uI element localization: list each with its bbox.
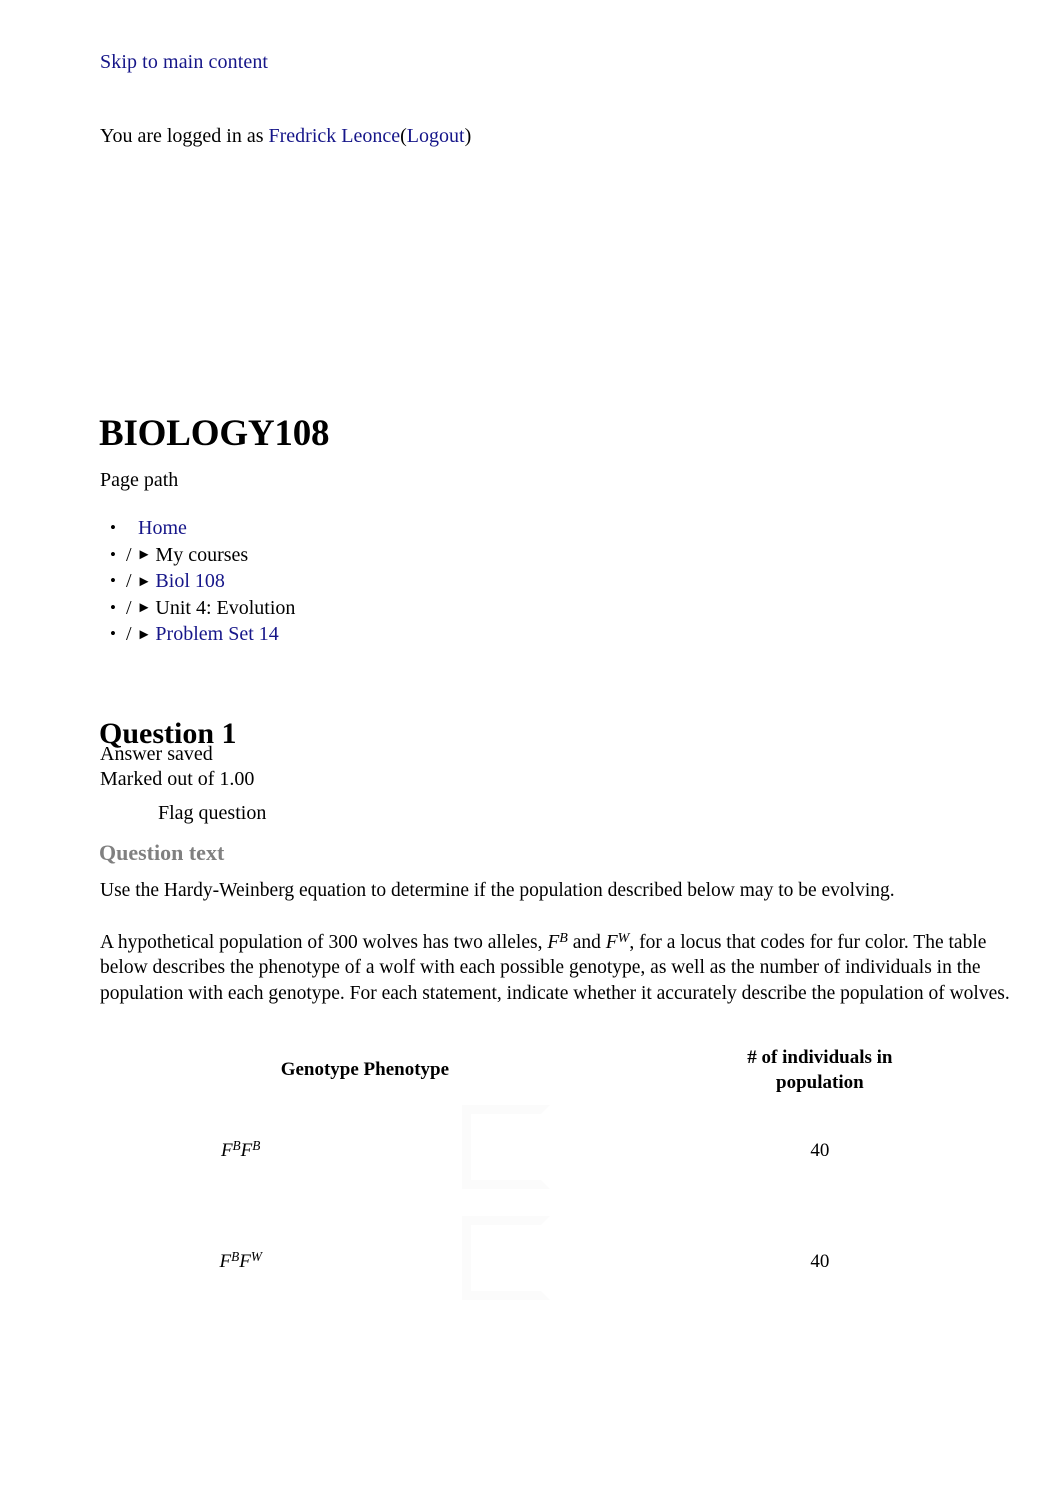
breadcrumb-item-problem-set-14: • / ► Problem Set 14 <box>100 621 295 648</box>
table-row: FBFW 40 <box>100 1206 1010 1317</box>
allele-superscript: B <box>559 929 568 946</box>
genotype-base-1: F <box>219 1251 232 1273</box>
breadcrumb: • Home • / ► My courses • / ► Biol 108 • / ► Unit … <box>100 515 295 648</box>
breadcrumb-separator: / <box>126 596 132 619</box>
answer-status-text: Answer saved <box>100 743 213 765</box>
column-header-genotype-phenotype: Genotype Phenotype <box>280 1059 450 1081</box>
allele-f-b-inline: FB <box>547 929 568 953</box>
genotype-sup-1: B <box>232 1138 241 1154</box>
login-info-prefix: You are logged in as <box>100 125 269 147</box>
breadcrumb-separator: / <box>126 543 132 566</box>
question-paragraph-1: Use the Hardy-Weinberg equation to deter… <box>100 880 895 901</box>
question-status-block: Answer saved Marked out of 1.00 <box>100 742 254 792</box>
table-header: Genotype Phenotype # of individuals in p… <box>100 1046 1010 1095</box>
genotype-base-2: F <box>239 1251 251 1273</box>
bullet-icon: • <box>110 544 116 564</box>
genotype-table: Genotype Phenotype # of individuals in p… <box>100 1046 1010 1317</box>
paren-close: ) <box>464 125 472 147</box>
breadcrumb-label-unit-4: Unit 4: Evolution <box>155 596 296 619</box>
genotype-base-1: F <box>220 1140 233 1162</box>
breadcrumb-item-home: • Home <box>100 515 295 542</box>
login-info: You are logged in as Fredrick Leonce(Log… <box>100 123 471 149</box>
paragraph-2-part-1: A hypothetical population of 300 wolves … <box>100 931 548 953</box>
chevron-right-icon: ► <box>136 547 152 564</box>
breadcrumb-item-biol-108: • / ► Biol 108 <box>100 568 295 595</box>
bullet-icon: • <box>110 597 116 617</box>
genotype-sup-2: W <box>250 1249 262 1265</box>
genotype-cell: FBFW <box>100 1206 381 1317</box>
broken-image-icon <box>461 1105 550 1190</box>
genotype-sup-2: B <box>252 1138 261 1154</box>
table-header-row: Genotype Phenotype # of individuals in p… <box>100 1046 1010 1095</box>
paragraph-2-part-2: and <box>567 931 606 953</box>
breadcrumb-label-my-courses: My courses <box>155 543 249 566</box>
flag-question-button[interactable]: Flag question <box>158 800 266 826</box>
chevron-right-icon: ► <box>136 573 152 590</box>
genotype-base-2: F <box>240 1140 253 1162</box>
count-cell: 40 <box>810 1140 830 1162</box>
broken-image-icon <box>461 1216 550 1301</box>
count-cell: 40 <box>810 1251 830 1273</box>
chevron-right-icon: ► <box>136 626 152 643</box>
breadcrumb-link-home[interactable]: Home <box>126 517 187 539</box>
breadcrumb-item-unit-4: • / ► Unit 4: Evolution <box>100 595 295 622</box>
table-body: FBFB 40 FBFW 40 <box>100 1095 1010 1317</box>
column-header-count-line-2: population <box>776 1071 864 1093</box>
allele-base: F <box>605 931 618 953</box>
allele-f-w-inline: FW <box>605 929 630 953</box>
breadcrumb-separator: / <box>126 623 132 646</box>
page-container: Skip to main content You are logged in a… <box>0 0 1062 1506</box>
question-text-label: Question text <box>99 840 225 865</box>
column-header-count-line-1: # of individuals in <box>747 1047 893 1068</box>
bullet-icon: • <box>110 624 116 644</box>
page-title: BIOLOGY108 <box>99 412 330 454</box>
allele-superscript: W <box>617 929 630 946</box>
chevron-right-icon: ► <box>136 600 152 617</box>
allele-base: F <box>547 931 560 953</box>
breadcrumb-separator: / <box>126 570 132 593</box>
logout-link[interactable]: Logout <box>407 125 465 147</box>
genotype-sup-1: B <box>231 1249 240 1265</box>
breadcrumb-link-biol-108[interactable]: Biol 108 <box>155 570 224 592</box>
marked-out-of-text: Marked out of 1.00 <box>100 768 255 790</box>
column-header-count: # of individuals in population <box>630 1046 1010 1095</box>
page-path-label: Page path <box>100 469 179 491</box>
user-profile-link[interactable]: Fredrick Leonce <box>269 125 401 147</box>
table-row: FBFB 40 <box>100 1095 1010 1206</box>
genotype-cell: FBFB <box>100 1095 381 1206</box>
paren-open: ( <box>400 125 407 147</box>
breadcrumb-item-my-courses: • / ► My courses <box>100 542 295 569</box>
bullet-icon: • <box>110 518 116 537</box>
phenotype-cell <box>381 1206 629 1317</box>
phenotype-cell <box>381 1095 629 1206</box>
question-paragraph-2: A hypothetical population of 300 wolves … <box>100 930 1010 1007</box>
bullet-icon: • <box>110 571 116 591</box>
skip-to-main-content-link[interactable]: Skip to main content <box>100 49 268 75</box>
breadcrumb-link-problem-set-14[interactable]: Problem Set 14 <box>155 623 278 645</box>
question-body: Use the Hardy-Weinberg equation to deter… <box>100 878 1010 1006</box>
